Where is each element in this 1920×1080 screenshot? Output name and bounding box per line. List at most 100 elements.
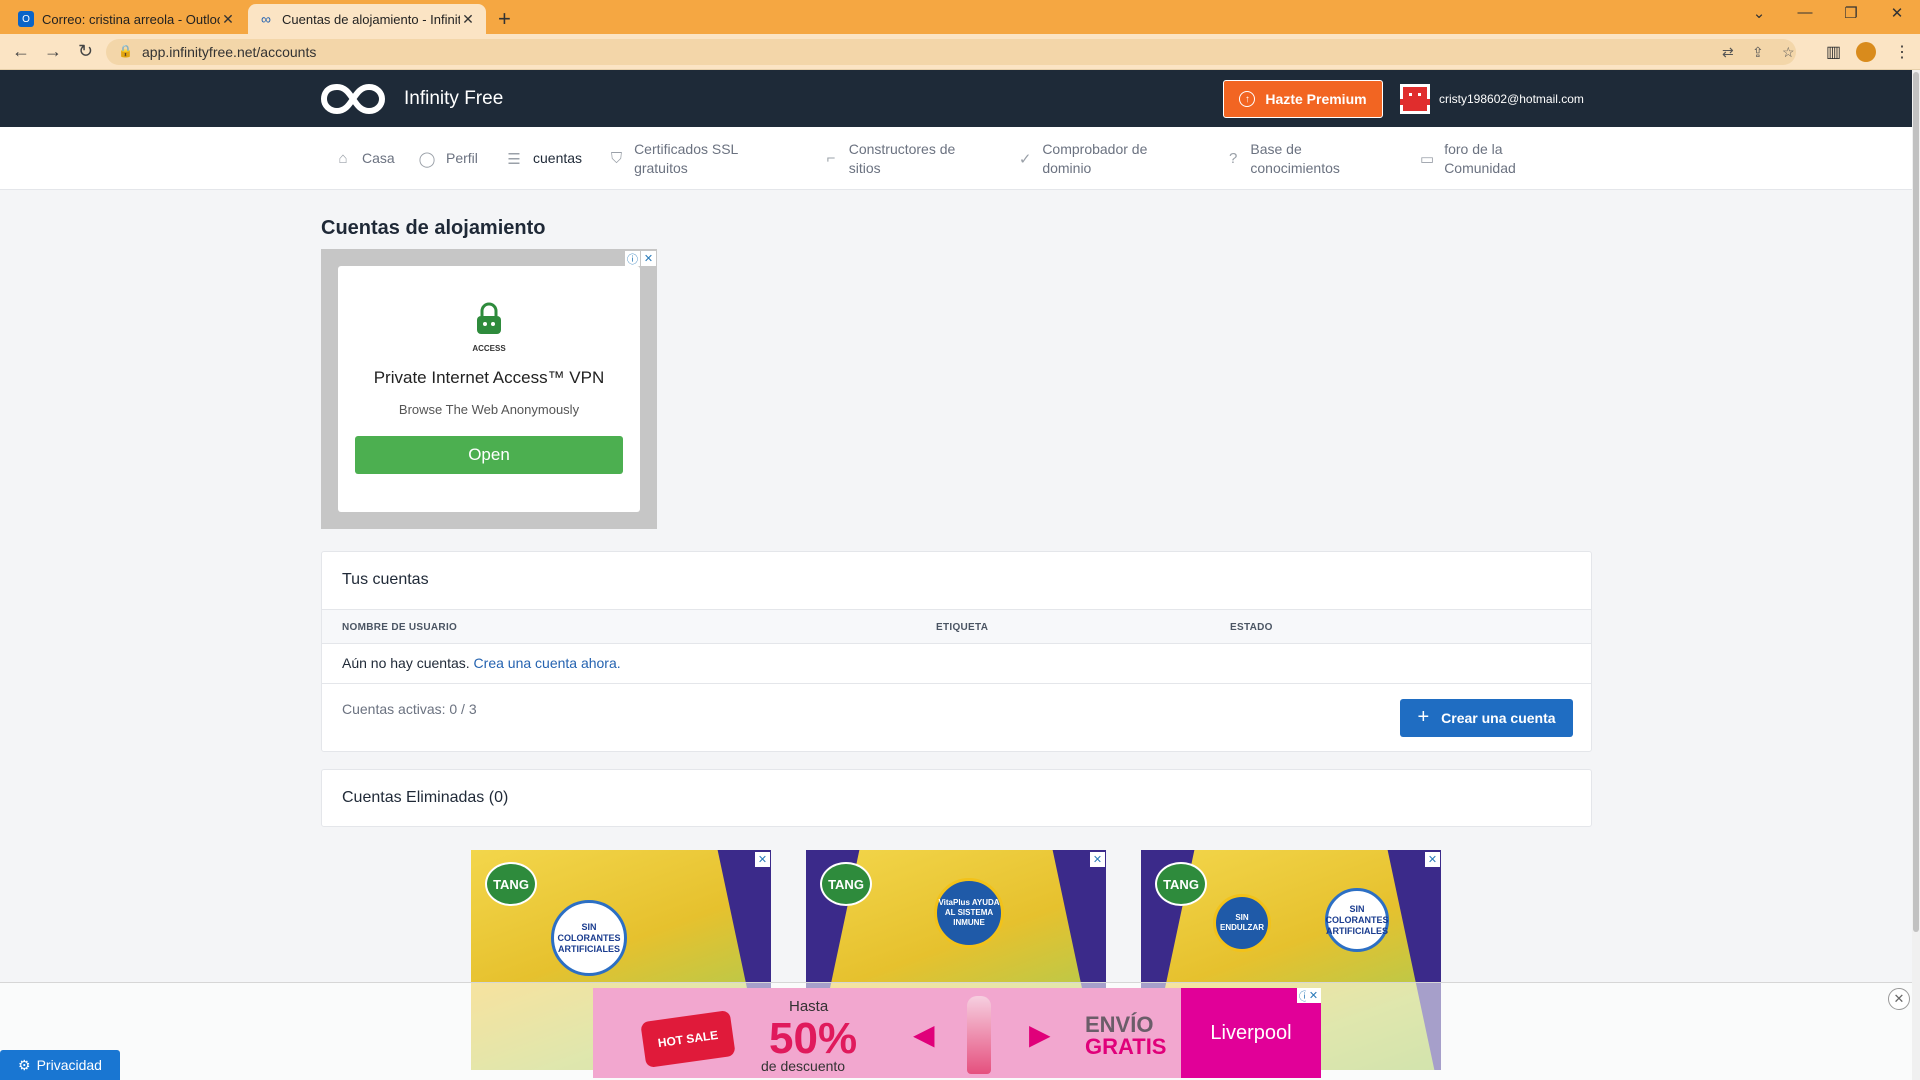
address-bar: ← → ↻ 🔒 app.infinityfree.net/accounts ⇄ … [0,34,1920,70]
ad-descuento: de descuento [761,1058,846,1074]
create-account-link[interactable]: Crea una cuenta ahora. [474,655,621,671]
user-avatar[interactable] [1400,84,1430,114]
main-nav: ⌂ Casa ◯ Perfil ☰ cuentas ⛉ Certificados… [0,127,1912,190]
ad-brand-small: ACCESS [472,344,506,353]
nav-label: Certificados SSL gratuitos [634,140,738,176]
column-header-username: NOMBRE DE USUARIO [342,622,458,633]
infinity-icon: ∞ [261,11,271,27]
arrow-up-icon: ↑ [1239,91,1256,107]
close-window-icon[interactable]: ✕ [1874,4,1920,22]
nav-item-casa[interactable]: ⌂ Casa [334,127,395,190]
tang-logo: TANG [485,862,537,906]
server-icon: ☰ [507,150,521,168]
tang-logo: TANG [820,862,872,906]
nav-item-foro[interactable]: ▭ foro de la Comunidad [1420,127,1540,190]
tab-search-icon[interactable]: ⌄ [1736,4,1782,22]
forward-icon[interactable]: → [44,41,62,62]
infinity-logo-icon[interactable] [320,83,386,115]
browser-tab-outlook[interactable]: O Correo: cristina arreola - Outlook ✕ [8,4,246,34]
ad-open-button[interactable]: Open [355,436,623,474]
carousel-prev-icon[interactable]: ◀ [913,1018,935,1051]
ad-envio-line: ENVÍO [1085,1012,1154,1037]
table-header: NOMBRE DE USUARIO ETIQUETA ESTADO [322,609,1591,644]
chat-icon: ▭ [1420,150,1435,168]
nav-label: Base de conocimientos [1250,140,1340,176]
shield-icon: ⛉ [610,150,623,167]
restore-icon[interactable]: ❐ [1828,4,1874,22]
url-text: app.infinityfree.net/accounts [142,44,317,60]
ad-info-icon[interactable]: ⓘ [625,251,640,266]
pia-lock-icon [477,302,501,334]
privacy-button[interactable]: ⚙ Privacidad [0,1050,120,1080]
ad-seal: SIN ENDULZAR [1213,894,1271,952]
premium-label: Hazte Premium [1265,91,1367,107]
reload-icon[interactable]: ↻ [78,41,93,62]
tang-logo: TANG [1155,862,1207,906]
plus-icon: + [1417,705,1430,728]
ad-hasta: Hasta [789,998,829,1015]
profile-avatar-icon[interactable] [1856,42,1876,62]
tab-title: Correo: cristina arreola - Outlook [42,11,220,27]
share-icon[interactable]: ⇪ [1752,44,1764,61]
ad-card: ACCESS Private Internet Access™ VPN Brow… [338,266,640,512]
ad-close-icon[interactable]: ✕ [1425,852,1440,867]
nav-label: cuentas [533,150,583,166]
ad-close-icon[interactable]: ✕ [1090,852,1105,867]
divider [322,683,1591,684]
ad-close-icon[interactable]: ✕ [755,852,770,867]
nav-item-base-conocimientos[interactable]: ? Base de conocimientos [1226,127,1366,190]
ad-envio: ENVÍO GRATIS [1085,1014,1166,1058]
nav-item-perfil[interactable]: ◯ Perfil [418,127,478,190]
user-email[interactable]: cristy198602@hotmail.com [1439,92,1584,106]
menu-icon[interactable]: ⋮ [1894,42,1910,62]
nav-label: Comprobador de dominio [1042,140,1148,176]
accounts-panel-title: Tus cuentas [342,571,429,588]
outlook-icon: O [18,11,34,27]
site-header: Infinity Free ↑ Hazte Premium cristy1986… [0,70,1912,127]
ad-close-icon[interactable]: ✕ [641,251,656,266]
ad-close-icon[interactable]: ✕ [1306,988,1321,1003]
carousel-next-icon[interactable]: ▶ [1029,1018,1051,1051]
liverpool-ad[interactable]: HOT SALE Hasta 50% de descuento ◀ ▶ ENVÍ… [593,988,1321,1078]
nav-item-ssl[interactable]: ⛉ Certificados SSL gratuitos [609,127,769,190]
paint-roller-icon: ⌐ [826,150,836,167]
create-account-button[interactable]: + Crear una cuenta [1400,699,1573,737]
back-icon[interactable]: ← [12,41,30,62]
gear-icon: ⚙ [18,1056,31,1073]
brand-name[interactable]: Infinity Free [404,88,503,110]
close-tab-icon[interactable]: ✕ [220,11,236,28]
product-image [967,996,991,1074]
deleted-accounts-title[interactable]: Cuentas Eliminadas (0) [342,789,508,807]
url-field[interactable]: 🔒 app.infinityfree.net/accounts ⇄ ⇪ ☆ [106,39,1796,65]
scrollbar-thumb[interactable] [1913,72,1919,932]
page-scrollbar[interactable] [1912,70,1920,1080]
new-tab-icon[interactable]: + [498,6,511,32]
minimize-icon[interactable]: — [1782,4,1828,21]
empty-state-text: Aún no hay cuentas. [342,655,470,671]
nav-label: Perfil [446,150,478,166]
active-accounts-count: Cuentas activas: 0 / 3 [342,701,477,717]
hot-sale-badge: HOT SALE [640,1009,736,1069]
column-header-status: ESTADO [1230,622,1273,633]
page-title: Cuentas de alojamiento [321,217,546,239]
sticky-ad-close-icon[interactable]: ✕ [1888,988,1910,1010]
nav-item-constructores[interactable]: ⌐ Constructores de sitios [823,127,973,190]
premium-button[interactable]: ↑ Hazte Premium [1223,80,1383,118]
ad-percent: 50% [769,1014,858,1063]
translate-icon[interactable]: ⇄ [1722,44,1734,61]
nav-label: Casa [362,150,395,166]
browser-tab-infinityfree[interactable]: ∞ Cuentas de alojamiento - Infinity ✕ [248,4,486,34]
nav-item-cuentas[interactable]: ☰ cuentas [505,127,582,190]
deleted-accounts-panel[interactable]: Cuentas Eliminadas (0) [321,769,1592,827]
side-panel-icon[interactable]: ▥ [1826,42,1841,62]
nav-item-comprobador[interactable]: ✓ Comprobador de dominio [1018,127,1168,190]
bookmark-star-icon[interactable]: ☆ [1782,44,1795,61]
ad-seal: SIN COLORANTES ARTIFICIALES [551,900,627,976]
check-circle-icon: ✓ [1018,150,1032,168]
privacy-label: Privacidad [36,1057,102,1073]
ad-headline: Private Internet Access™ VPN [373,368,605,387]
close-tab-icon[interactable]: ✕ [460,11,476,28]
vpn-ad[interactable]: ⓘ ✕ ACCESS Private Internet Access™ VPN … [321,249,657,529]
ad-gratis-line: GRATIS [1085,1034,1167,1059]
ad-subline: Browse The Web Anonymously [398,402,580,417]
